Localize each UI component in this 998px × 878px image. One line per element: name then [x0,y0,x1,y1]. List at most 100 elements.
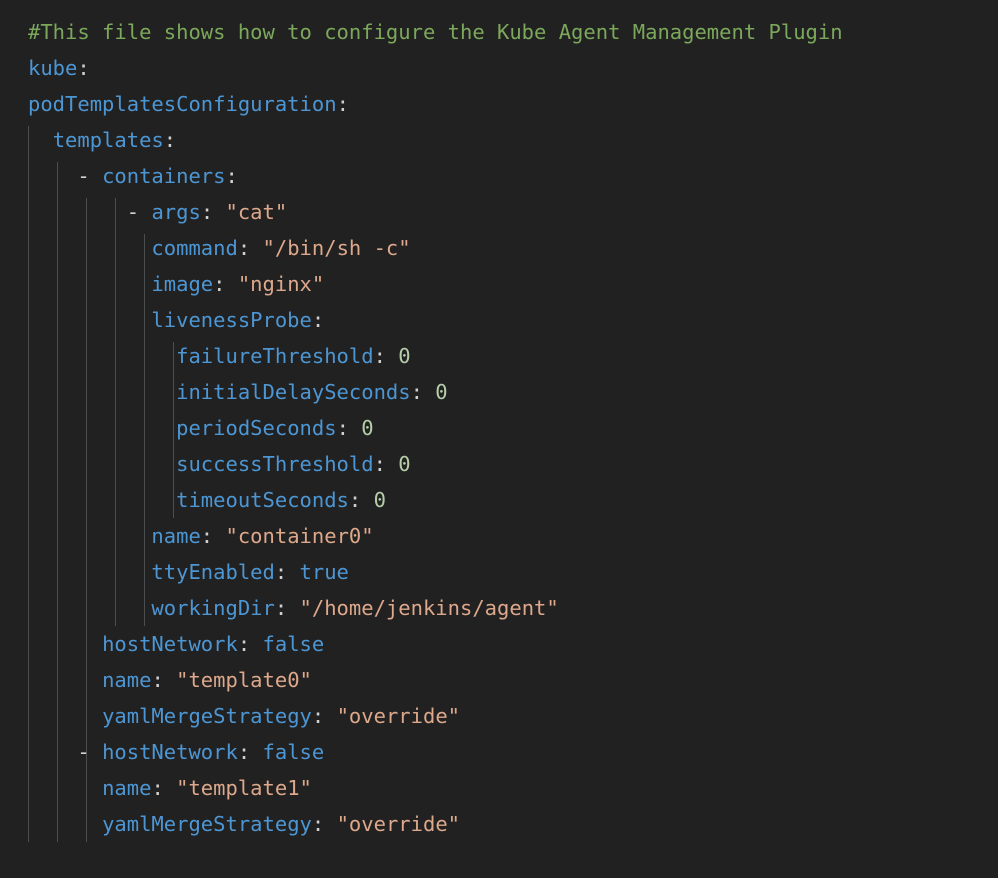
token-key: successThreshold [176,452,374,476]
token-punct: : [151,776,177,800]
token-string: "container0" [225,524,374,548]
token-string: "template1" [176,776,312,800]
code-line[interactable]: name: "template0" [28,662,998,698]
token-key: ttyEnabled [151,560,275,584]
token-bool: false [262,632,325,656]
token-punct: : [237,740,263,764]
token-key: podTemplatesConfiguration [28,92,337,116]
code-line[interactable]: initialDelaySeconds: 0 [28,374,998,410]
token-key: hostNetwork [102,632,238,656]
token-key: containers [102,164,226,188]
token-key: initialDelaySeconds [176,380,411,404]
token-punct: : [213,272,238,296]
token-comment: #This file shows how to configure the Ku… [28,20,843,44]
code-line[interactable]: name: "template1" [28,770,998,806]
token-key: image [151,272,214,296]
token-punct: : [200,524,226,548]
code-line[interactable]: hostNetwork: false [28,626,998,662]
token-key: name [151,524,201,548]
token-punct: : [373,344,399,368]
code-line[interactable]: podTemplatesConfiguration: [28,86,998,122]
code-line[interactable]: successThreshold: 0 [28,446,998,482]
token-bool: false [262,740,325,764]
code-line[interactable]: - containers: [28,158,998,194]
token-punct: : [311,308,325,332]
token-punct: : [336,416,362,440]
token-number: 0 [435,380,448,404]
token-punct: : [410,380,436,404]
token-number: 0 [398,344,411,368]
token-punct: : [77,56,90,80]
code-line[interactable]: livenessProbe: [28,302,998,338]
token-string: "/home/jenkins/agent" [299,596,559,620]
token-dash: - [126,200,152,224]
token-number: 0 [373,488,386,512]
token-key: templates [52,128,164,152]
token-key: name [102,776,152,800]
token-string: "override" [336,704,460,728]
token-key: args [151,200,201,224]
code-line[interactable]: periodSeconds: 0 [28,410,998,446]
code-line[interactable]: templates: [28,122,998,158]
code-line[interactable]: ttyEnabled: true [28,554,998,590]
token-punct: : [163,128,177,152]
code-content[interactable]: #This file shows how to configure the Ku… [0,0,998,842]
token-string: "cat" [225,200,288,224]
token-punct: : [348,488,374,512]
token-punct: : [274,560,300,584]
code-line[interactable]: workingDir: "/home/jenkins/agent" [28,590,998,626]
token-string: "nginx" [237,272,325,296]
code-line[interactable]: kube: [28,50,998,86]
token-dash: - [77,740,103,764]
code-line[interactable]: timeoutSeconds: 0 [28,482,998,518]
code-line[interactable]: yamlMergeStrategy: "override" [28,806,998,842]
token-key: yamlMergeStrategy [102,704,312,728]
token-punct: : [237,236,263,260]
token-key: name [102,668,152,692]
token-punct: : [336,92,349,116]
token-key: livenessProbe [151,308,312,332]
token-punct: : [373,452,399,476]
code-line[interactable]: - args: "cat" [28,194,998,230]
token-punct: : [311,812,337,836]
token-key: workingDir [151,596,275,620]
code-line[interactable]: name: "container0" [28,518,998,554]
code-line[interactable]: #This file shows how to configure the Ku… [28,14,998,50]
token-string: "override" [336,812,460,836]
token-punct: : [237,632,263,656]
token-punct: : [274,596,300,620]
code-line[interactable]: - hostNetwork: false [28,734,998,770]
code-line[interactable]: failureThreshold: 0 [28,338,998,374]
code-line[interactable]: image: "nginx" [28,266,998,302]
token-punct: : [151,668,177,692]
token-string: "/bin/sh -c" [262,236,411,260]
token-dash: - [77,164,103,188]
token-punct: : [311,704,337,728]
code-editor[interactable]: #This file shows how to configure the Ku… [0,0,998,878]
code-line[interactable]: yamlMergeStrategy: "override" [28,698,998,734]
token-key: periodSeconds [176,416,337,440]
token-key: command [151,236,238,260]
token-string: "template0" [176,668,312,692]
code-line[interactable]: command: "/bin/sh -c" [28,230,998,266]
token-punct: : [200,200,226,224]
token-bool: true [299,560,349,584]
